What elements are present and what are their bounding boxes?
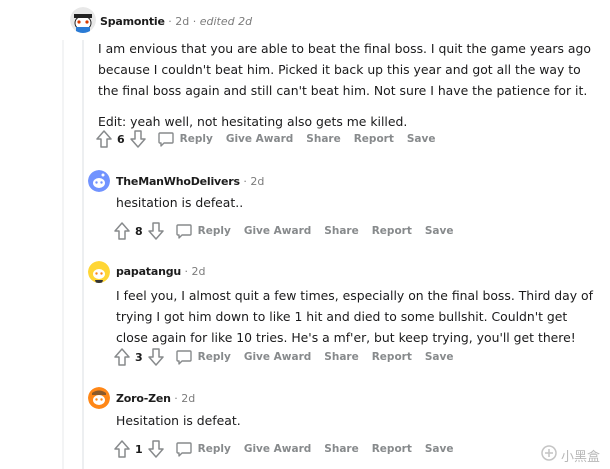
comment-paragraph: hesitation is defeat.. xyxy=(116,195,244,210)
reply-icon[interactable] xyxy=(157,131,174,147)
timestamp[interactable]: 2d xyxy=(175,15,189,28)
give-award-button[interactable]: Give Award xyxy=(244,443,311,455)
username[interactable]: TheManWhoDelivers xyxy=(116,175,240,188)
vote-count: 6 xyxy=(117,132,125,146)
comment-meta: Spamontie · 2d · edited 2d xyxy=(100,15,252,28)
downvote-icon[interactable] xyxy=(147,348,164,366)
vote-count: 1 xyxy=(135,442,143,456)
comment-body: I am envious that you are able to beat t… xyxy=(98,38,592,132)
share-button[interactable]: Share xyxy=(324,351,358,363)
save-button[interactable]: Save xyxy=(425,443,454,455)
share-button[interactable]: Share xyxy=(324,225,358,237)
vote-count: 3 xyxy=(135,350,143,364)
username[interactable]: Zoro-Zen xyxy=(116,392,171,405)
report-button[interactable]: Report xyxy=(372,443,412,455)
reply-button[interactable]: Reply xyxy=(198,351,231,363)
separator: · xyxy=(184,265,189,278)
give-award-button[interactable]: Give Award xyxy=(244,225,311,237)
separator: · xyxy=(192,15,197,28)
share-button[interactable]: Share xyxy=(324,443,358,455)
comment-actions: 6 Reply Give Award Share Report Save xyxy=(96,129,448,149)
username[interactable]: papatangu xyxy=(116,265,181,278)
comment-body: hesitation is defeat.. xyxy=(116,192,596,213)
avatar[interactable] xyxy=(70,7,96,33)
downvote-icon[interactable] xyxy=(147,440,164,458)
separator: · xyxy=(174,392,178,405)
comment-actions: 3 Reply Give Award Share Report Save xyxy=(114,347,466,367)
upvote-icon[interactable] xyxy=(114,348,130,366)
report-button[interactable]: Report xyxy=(372,225,412,237)
downvote-icon[interactable] xyxy=(147,222,164,240)
username[interactable]: Spamontie xyxy=(100,15,165,28)
timestamp[interactable]: 2d xyxy=(250,175,264,188)
comment-paragraph: Hesitation is defeat. xyxy=(116,413,241,428)
save-button[interactable]: Save xyxy=(425,225,454,237)
downvote-icon[interactable] xyxy=(129,130,146,148)
give-award-button[interactable]: Give Award xyxy=(244,351,311,363)
save-button[interactable]: Save xyxy=(407,133,436,145)
give-award-button[interactable]: Give Award xyxy=(226,133,293,145)
reply-button[interactable]: Reply xyxy=(180,133,213,145)
watermark-text: 小黑盒 xyxy=(560,449,600,465)
save-button[interactable]: Save xyxy=(425,351,454,363)
report-button[interactable]: Report xyxy=(354,133,394,145)
thread-line[interactable] xyxy=(82,40,84,469)
comment-paragraph: I am envious that you are able to beat t… xyxy=(98,41,591,98)
comment-body: I feel you, I almost quit a few times, e… xyxy=(116,285,596,348)
avatar[interactable] xyxy=(88,170,110,192)
share-button[interactable]: Share xyxy=(306,133,340,145)
separator: · xyxy=(243,175,247,188)
avatar[interactable] xyxy=(88,261,110,283)
reply-icon[interactable] xyxy=(175,349,192,365)
separator: · xyxy=(168,15,172,28)
report-button[interactable]: Report xyxy=(372,351,412,363)
comment-paragraph: I feel you, I almost quit a few times, e… xyxy=(116,288,593,345)
upvote-icon[interactable] xyxy=(96,130,112,148)
timestamp[interactable]: 2d xyxy=(192,265,206,278)
vote-count: 8 xyxy=(135,224,143,238)
comment-actions: 8 Reply Give Award Share Report Save xyxy=(114,221,466,241)
comment-meta: Zoro-Zen · 2d xyxy=(116,392,195,405)
upvote-icon[interactable] xyxy=(114,222,130,240)
comment-body: Hesitation is defeat. xyxy=(116,410,596,431)
watermark: 小黑盒 xyxy=(541,445,600,465)
reply-icon[interactable] xyxy=(175,223,192,239)
avatar[interactable] xyxy=(88,387,110,409)
reply-button[interactable]: Reply xyxy=(198,225,231,237)
timestamp[interactable]: 2d xyxy=(181,392,195,405)
edited-label: edited 2d xyxy=(199,15,253,28)
comment-actions: 1 Reply Give Award Share Report Save xyxy=(114,439,466,459)
reply-button[interactable]: Reply xyxy=(198,443,231,455)
watermark-logo-icon xyxy=(541,445,557,465)
comment-meta: papatangu · 2d xyxy=(116,265,206,278)
upvote-icon[interactable] xyxy=(114,440,130,458)
thread-line[interactable] xyxy=(62,40,64,469)
comment-meta: TheManWhoDelivers · 2d xyxy=(116,175,264,188)
reply-icon[interactable] xyxy=(175,441,192,457)
